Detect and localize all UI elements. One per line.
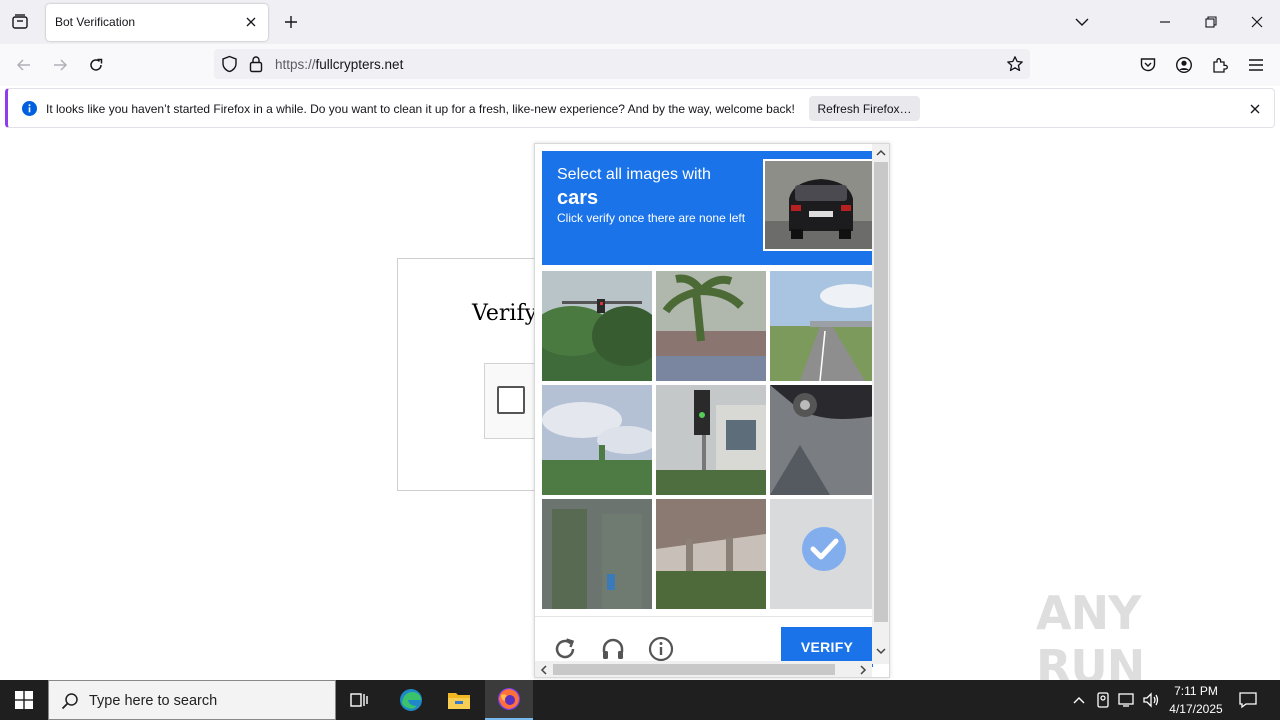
menu-icon[interactable]	[1243, 52, 1269, 78]
notification-message: It looks like you haven’t started Firefo…	[46, 102, 795, 116]
captcha-subinstruction: Click verify once there are none left	[557, 211, 746, 225]
shield-icon[interactable]	[221, 55, 238, 78]
captcha-tile-7[interactable]	[542, 499, 652, 609]
captcha-tile-9-selected[interactable]	[770, 499, 880, 609]
notifications-icon[interactable]	[1238, 690, 1258, 710]
clock-date[interactable]: 4/17/2025	[1164, 702, 1228, 716]
close-tab-icon[interactable]	[242, 13, 260, 31]
horizontal-scrollbar[interactable]	[535, 661, 872, 677]
url-text[interactable]: https://fullcrypters.net	[275, 57, 403, 72]
captcha-header: Select all images with cars Click verify…	[542, 151, 875, 265]
info-icon	[22, 101, 37, 121]
captcha-checkbox[interactable]	[497, 386, 525, 414]
volume-icon[interactable]	[1141, 690, 1161, 710]
task-view-icon[interactable]	[336, 680, 384, 720]
captcha-footer-divider	[535, 616, 873, 617]
vertical-scrollbar[interactable]	[872, 144, 889, 664]
new-tab-icon[interactable]	[280, 11, 302, 33]
info-circle-icon[interactable]	[646, 634, 676, 664]
tab-bot-verification[interactable]: Bot Verification	[46, 4, 268, 41]
tab-title: Bot Verification	[55, 15, 136, 29]
firefox-taskbar-icon[interactable]	[485, 680, 533, 720]
extensions-icon[interactable]	[1207, 52, 1233, 78]
bookmark-star-icon[interactable]	[1006, 55, 1024, 78]
back-arrow-icon[interactable]	[11, 52, 37, 78]
search-placeholder: Type here to search	[89, 693, 218, 709]
tab-strip: Bot Verification	[0, 0, 1280, 44]
notification-bar: It looks like you haven’t started Firefo…	[5, 88, 1275, 128]
restore-icon[interactable]	[1197, 8, 1225, 36]
meet-now-icon[interactable]	[1093, 690, 1113, 710]
scroll-down-icon[interactable]	[874, 644, 888, 658]
captcha-sample-image	[763, 159, 875, 251]
windows-start-icon[interactable]	[0, 680, 48, 720]
captcha-tile-3[interactable]	[770, 271, 880, 381]
tab-list-icon[interactable]	[8, 10, 32, 34]
verification-card: Verifyi	[397, 258, 548, 491]
scroll-right-icon[interactable]	[856, 663, 870, 677]
vertical-scroll-thumb[interactable]	[874, 162, 888, 622]
captcha-tile-6[interactable]	[770, 385, 880, 495]
address-bar[interactable]: https://fullcrypters.net	[214, 49, 1030, 79]
minimize-icon[interactable]	[1151, 8, 1179, 36]
headphones-icon[interactable]	[598, 634, 628, 664]
clock-time[interactable]: 7:11 PM	[1168, 684, 1224, 698]
pocket-icon[interactable]	[1135, 52, 1161, 78]
close-window-icon[interactable]	[1243, 8, 1271, 36]
captcha-instruction: Select all images with	[557, 166, 711, 183]
refresh-firefox-button[interactable]: Refresh Firefox…	[809, 96, 920, 121]
captcha-tile-4[interactable]	[542, 385, 652, 495]
search-icon	[61, 692, 79, 715]
navigation-toolbar: https://fullcrypters.net	[0, 44, 1280, 86]
scroll-left-icon[interactable]	[537, 663, 551, 677]
edge-browser-icon[interactable]	[387, 680, 435, 720]
reload-challenge-icon[interactable]	[550, 634, 580, 664]
captcha-tile-1[interactable]	[542, 271, 652, 381]
scroll-up-icon[interactable]	[874, 146, 888, 160]
captcha-tile-8[interactable]	[656, 499, 766, 609]
forward-arrow-icon[interactable]	[47, 52, 73, 78]
captcha-target-object: cars	[557, 187, 599, 209]
captcha-challenge-popup: Select all images with cars Click verify…	[534, 143, 890, 678]
windows-taskbar: Type here to search 7:11 PM 4/17/2025	[0, 680, 1280, 720]
reload-icon[interactable]	[83, 52, 109, 78]
horizontal-scroll-thumb[interactable]	[553, 664, 835, 675]
watermark-text: ANY RUN	[1036, 586, 1145, 694]
account-icon[interactable]	[1171, 52, 1197, 78]
close-notification-icon[interactable]	[1246, 100, 1264, 118]
taskbar-search-box[interactable]: Type here to search	[48, 680, 336, 720]
lock-icon[interactable]	[249, 55, 263, 78]
captcha-tile-5[interactable]	[656, 385, 766, 495]
anyrun-watermark: ANY RUN	[1036, 586, 1236, 694]
network-icon[interactable]	[1117, 690, 1137, 710]
chevron-down-icon[interactable]	[1072, 12, 1092, 32]
chevron-up-icon[interactable]	[1069, 690, 1089, 710]
captcha-tile-2[interactable]	[656, 271, 766, 381]
file-explorer-icon[interactable]	[435, 680, 483, 720]
